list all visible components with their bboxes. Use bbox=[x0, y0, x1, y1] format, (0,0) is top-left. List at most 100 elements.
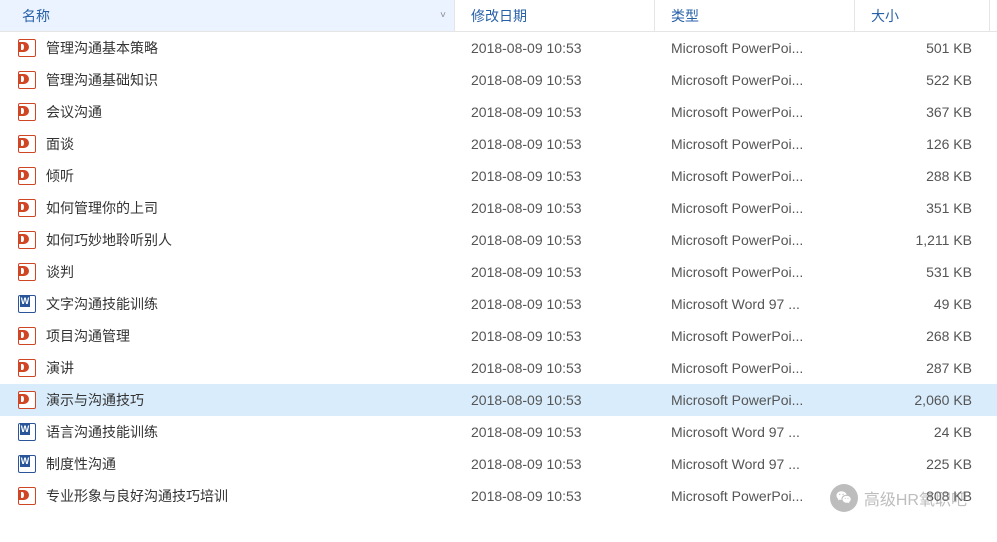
file-type-cell: Microsoft PowerPoi... bbox=[655, 168, 855, 184]
file-row[interactable]: 面谈2018-08-09 10:53Microsoft PowerPoi...1… bbox=[0, 128, 997, 160]
file-type-cell: Microsoft PowerPoi... bbox=[655, 40, 855, 56]
powerpoint-file-icon bbox=[18, 487, 36, 505]
file-type-cell: Microsoft PowerPoi... bbox=[655, 264, 855, 280]
file-name-cell: 文字沟通技能训练 bbox=[0, 294, 455, 314]
file-date-cell: 2018-08-09 10:53 bbox=[455, 104, 655, 120]
file-name-label: 演讲 bbox=[46, 358, 74, 378]
file-date-cell: 2018-08-09 10:53 bbox=[455, 232, 655, 248]
file-name-cell: 演示与沟通技巧 bbox=[0, 390, 455, 410]
word-file-icon bbox=[18, 423, 36, 441]
powerpoint-file-icon bbox=[18, 103, 36, 121]
file-date-cell: 2018-08-09 10:53 bbox=[455, 424, 655, 440]
file-date-cell: 2018-08-09 10:53 bbox=[455, 328, 655, 344]
powerpoint-file-icon bbox=[18, 199, 36, 217]
file-row[interactable]: 如何巧妙地聆听别人 2018-08-09 10:53Microsoft Power… bbox=[0, 224, 997, 256]
file-type-cell: Microsoft PowerPoi... bbox=[655, 392, 855, 408]
file-size-cell: 287 KB bbox=[855, 360, 990, 376]
file-name-label: 演示与沟通技巧 bbox=[46, 390, 144, 410]
file-row[interactable]: 项目沟通管理 2018-08-09 10:53Microsoft PowerPoi… bbox=[0, 320, 997, 352]
file-row[interactable]: 文字沟通技能训练2018-08-09 10:53Microsoft Word 9… bbox=[0, 288, 997, 320]
file-name-cell: 谈判 bbox=[0, 262, 455, 282]
file-row[interactable]: 如何管理你的上司2018-08-09 10:53Microsoft PowerP… bbox=[0, 192, 997, 224]
file-type-cell: Microsoft PowerPoi... bbox=[655, 136, 855, 152]
file-name-label: 如何巧妙地聆听别人 bbox=[46, 230, 172, 250]
file-row[interactable]: 管理沟通基础知识2018-08-09 10:53Microsoft PowerP… bbox=[0, 64, 997, 96]
file-name-label: 专业形象与良好沟通技巧培训 bbox=[46, 486, 228, 506]
file-size-cell: 522 KB bbox=[855, 72, 990, 88]
powerpoint-file-icon bbox=[18, 167, 36, 185]
file-date-cell: 2018-08-09 10:53 bbox=[455, 200, 655, 216]
column-header-row: 名称 ˅ 修改日期 类型 大小 bbox=[0, 0, 997, 32]
file-name-cell: 演讲 bbox=[0, 358, 455, 378]
column-header-name[interactable]: 名称 ˅ bbox=[0, 0, 455, 31]
file-name-label: 面谈 bbox=[46, 134, 74, 154]
file-date-cell: 2018-08-09 10:53 bbox=[455, 296, 655, 312]
file-size-cell: 24 KB bbox=[855, 424, 990, 440]
file-date-cell: 2018-08-09 10:53 bbox=[455, 264, 655, 280]
column-header-type[interactable]: 类型 bbox=[655, 0, 855, 31]
file-name-label: 会议沟通 bbox=[46, 102, 102, 122]
file-name-label: 项目沟通管理 bbox=[46, 326, 130, 346]
file-type-cell: Microsoft PowerPoi... bbox=[655, 72, 855, 88]
file-name-label: 谈判 bbox=[46, 262, 74, 282]
file-size-cell: 268 KB bbox=[855, 328, 990, 344]
file-type-cell: Microsoft PowerPoi... bbox=[655, 488, 855, 504]
file-date-cell: 2018-08-09 10:53 bbox=[455, 488, 655, 504]
file-name-cell: 制度性沟通 bbox=[0, 454, 455, 474]
column-header-name-label: 名称 bbox=[22, 6, 50, 26]
file-name-label: 倾听 bbox=[46, 166, 74, 186]
file-row[interactable]: 会议沟通 2018-08-09 10:53Microsoft PowerPoi..… bbox=[0, 96, 997, 128]
file-type-cell: Microsoft PowerPoi... bbox=[655, 200, 855, 216]
file-row[interactable]: 演示与沟通技巧 2018-08-09 10:53Microsoft PowerPo… bbox=[0, 384, 997, 416]
file-size-cell: 288 KB bbox=[855, 168, 990, 184]
file-row[interactable]: 专业形象与良好沟通技巧培训 2018-08-09 10:53Microsoft P… bbox=[0, 480, 997, 512]
file-name-cell: 如何巧妙地聆听别人 bbox=[0, 230, 455, 250]
file-type-cell: Microsoft Word 97 ... bbox=[655, 424, 855, 440]
file-name-label: 管理沟通基本策略 bbox=[46, 38, 158, 58]
powerpoint-file-icon bbox=[18, 231, 36, 249]
file-row[interactable]: 语言沟通技能训练 2018-08-09 10:53Microsoft Word 9… bbox=[0, 416, 997, 448]
file-row[interactable]: 演讲 2018-08-09 10:53Microsoft PowerPoi...2… bbox=[0, 352, 997, 384]
file-size-cell: 808 KB bbox=[855, 488, 990, 504]
file-name-cell: 项目沟通管理 bbox=[0, 326, 455, 346]
file-name-cell: 如何管理你的上司 bbox=[0, 198, 455, 218]
file-row[interactable]: 管理沟通基本策略 2018-08-09 10:53Microsoft PowerP… bbox=[0, 32, 997, 64]
file-row[interactable]: 谈判 2018-08-09 10:53Microsoft PowerPoi...5… bbox=[0, 256, 997, 288]
file-name-cell: 管理沟通基本策略 bbox=[0, 38, 455, 58]
file-date-cell: 2018-08-09 10:53 bbox=[455, 168, 655, 184]
file-name-label: 制度性沟通 bbox=[46, 454, 116, 474]
powerpoint-file-icon bbox=[18, 39, 36, 57]
file-row[interactable]: 制度性沟通2018-08-09 10:53Microsoft Word 97 .… bbox=[0, 448, 997, 480]
file-size-cell: 367 KB bbox=[855, 104, 990, 120]
file-name-label: 文字沟通技能训练 bbox=[46, 294, 158, 314]
file-type-cell: Microsoft PowerPoi... bbox=[655, 360, 855, 376]
file-explorer-list: 名称 ˅ 修改日期 类型 大小 管理沟通基本策略 2018-08-09 10:53… bbox=[0, 0, 997, 542]
word-file-icon bbox=[18, 295, 36, 313]
column-header-size[interactable]: 大小 bbox=[855, 0, 990, 31]
column-header-date[interactable]: 修改日期 bbox=[455, 0, 655, 31]
column-header-date-label: 修改日期 bbox=[471, 6, 527, 26]
word-file-icon bbox=[18, 455, 36, 473]
file-size-cell: 126 KB bbox=[855, 136, 990, 152]
column-header-size-label: 大小 bbox=[871, 6, 899, 26]
file-date-cell: 2018-08-09 10:53 bbox=[455, 360, 655, 376]
file-name-cell: 专业形象与良好沟通技巧培训 bbox=[0, 486, 455, 506]
file-name-cell: 会议沟通 bbox=[0, 102, 455, 122]
file-size-cell: 225 KB bbox=[855, 456, 990, 472]
file-size-cell: 531 KB bbox=[855, 264, 990, 280]
file-date-cell: 2018-08-09 10:53 bbox=[455, 72, 655, 88]
file-type-cell: Microsoft PowerPoi... bbox=[655, 232, 855, 248]
powerpoint-file-icon bbox=[18, 327, 36, 345]
file-date-cell: 2018-08-09 10:53 bbox=[455, 40, 655, 56]
file-row[interactable]: 倾听 2018-08-09 10:53Microsoft PowerPoi...2… bbox=[0, 160, 997, 192]
file-name-cell: 语言沟通技能训练 bbox=[0, 422, 455, 442]
file-rows-container: 管理沟通基本策略2018-08-09 10:53Microsoft PowerP… bbox=[0, 32, 997, 512]
file-type-cell: Microsoft PowerPoi... bbox=[655, 328, 855, 344]
powerpoint-file-icon bbox=[18, 263, 36, 281]
file-name-label: 语言沟通技能训练 bbox=[46, 422, 158, 442]
powerpoint-file-icon bbox=[18, 359, 36, 377]
file-type-cell: Microsoft PowerPoi... bbox=[655, 104, 855, 120]
file-name-cell: 面谈 bbox=[0, 134, 455, 154]
sort-arrow-icon: ˅ bbox=[440, 10, 446, 21]
file-date-cell: 2018-08-09 10:53 bbox=[455, 392, 655, 408]
